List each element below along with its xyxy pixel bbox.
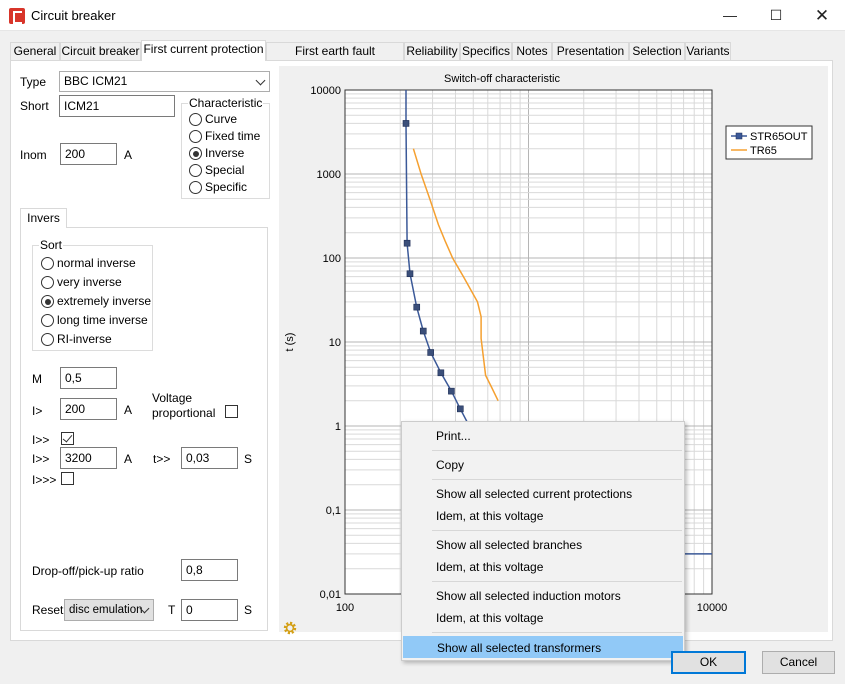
menu-separator [432, 479, 682, 480]
menu-separator [432, 450, 682, 451]
data-point-str65out [403, 239, 411, 247]
menu-item-print[interactable]: Print... [403, 425, 683, 447]
data-point-str65out [406, 270, 414, 278]
menu-item-idem-voltage-branches[interactable]: Idem, at this voltage [403, 556, 683, 578]
data-point-str65out [448, 387, 455, 395]
context-menu: Print... Copy Show all selected current … [401, 421, 685, 661]
y-tick-label: 0,1 [326, 505, 341, 517]
data-point-str65out [402, 120, 410, 127]
ok-button[interactable]: OK [671, 651, 746, 674]
x-tick-label: 10000 [697, 602, 728, 614]
tab-first-current-protection[interactable]: First current protection [141, 40, 266, 61]
menu-item-idem-voltage-protections[interactable]: Idem, at this voltage [403, 505, 683, 527]
data-point-str65out [413, 303, 421, 311]
y-tick-label: 100 [323, 253, 341, 265]
y-tick-label: 10 [329, 337, 341, 349]
y-tick-label: 1 [335, 421, 341, 433]
chart-title: Switch-off characteristic [444, 73, 560, 85]
menu-item-idem-voltage-motors[interactable]: Idem, at this voltage [403, 607, 683, 629]
data-point-str65out [419, 327, 427, 335]
menu-item-show-transformers[interactable]: Show all selected transformers [403, 636, 683, 658]
menu-separator [432, 581, 682, 582]
subtab-invers[interactable]: Invers [20, 208, 67, 228]
y-tick-label: 10000 [310, 85, 341, 97]
menu-separator [432, 632, 682, 633]
data-point-str65out [457, 405, 464, 413]
menu-item-show-branches[interactable]: Show all selected branches [403, 534, 683, 556]
y-tick-label: 1000 [317, 169, 341, 181]
legend-tr65: TR65 [750, 145, 777, 157]
data-point-str65out [427, 349, 434, 356]
menu-separator [432, 530, 682, 531]
menu-item-show-induction-motors[interactable]: Show all selected induction motors [403, 585, 683, 607]
x-tick-label: 100 [336, 602, 354, 614]
legend: STR65OUT TR65 [725, 125, 813, 160]
legend-str65out: STR65OUT [750, 131, 808, 143]
data-point-str65out [437, 369, 445, 377]
y-tick-label: 0,01 [320, 589, 341, 601]
menu-item-show-current-protections[interactable]: Show all selected current protections [403, 483, 683, 505]
menu-item-copy[interactable]: Copy [403, 454, 683, 476]
cancel-button[interactable]: Cancel [762, 651, 835, 674]
gear-icon[interactable] [282, 620, 298, 636]
y-axis-label: t (s) [284, 333, 296, 352]
